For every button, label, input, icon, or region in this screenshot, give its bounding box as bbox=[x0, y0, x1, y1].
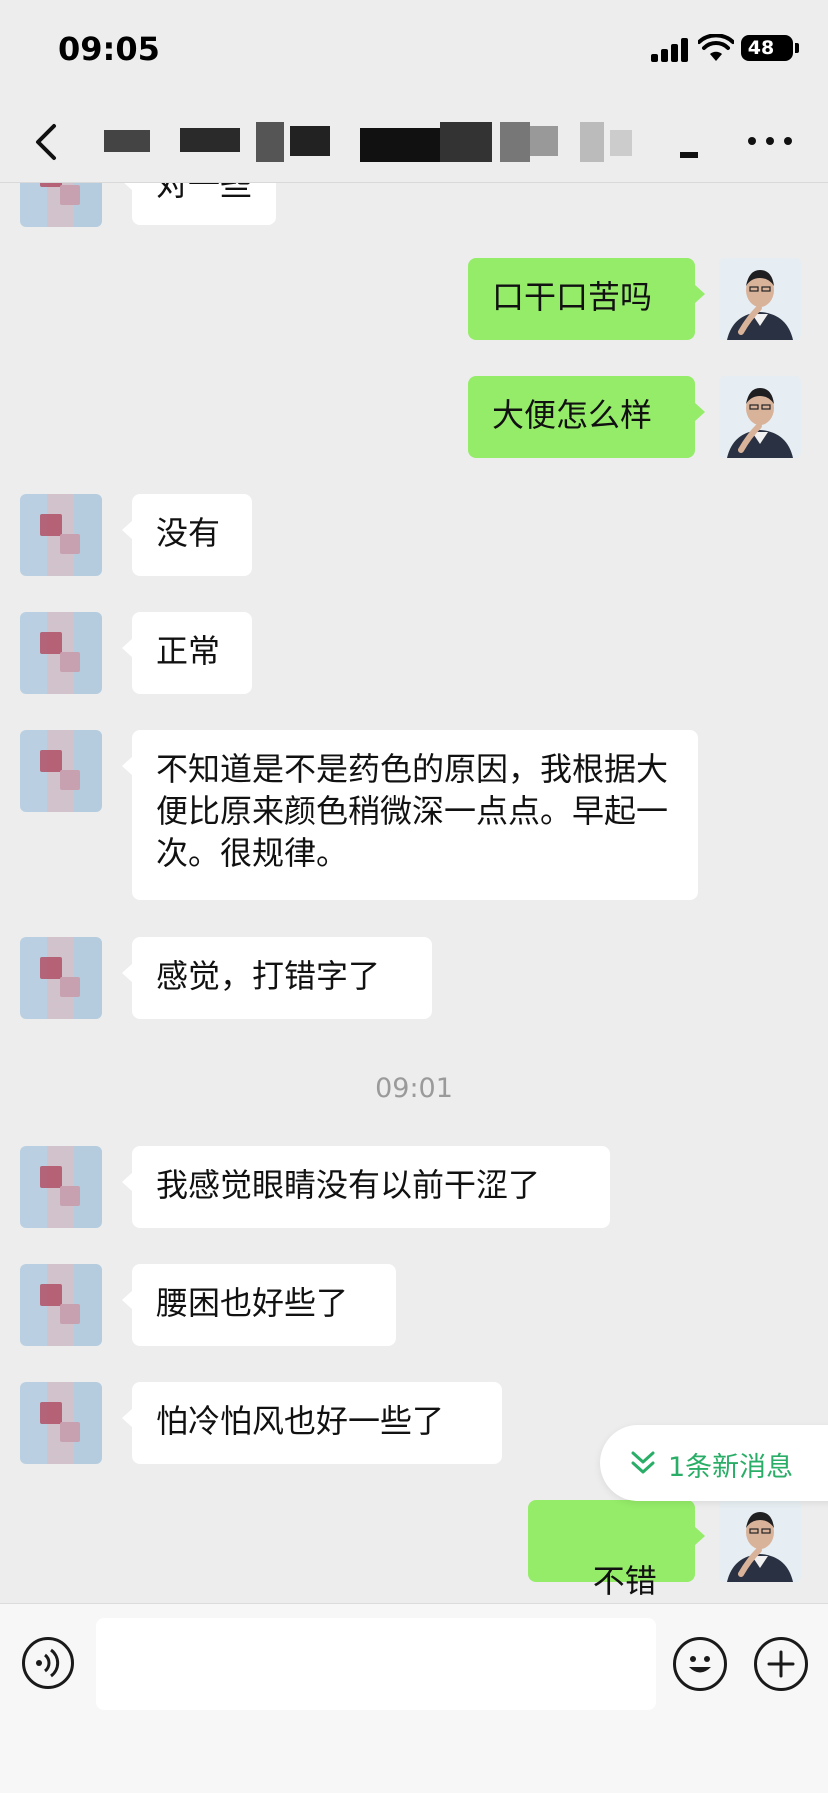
message-input[interactable] bbox=[96, 1618, 656, 1710]
input-bar bbox=[0, 1603, 828, 1793]
emoji-button[interactable] bbox=[673, 1637, 727, 1691]
chat-messages: 对一些 口干口苦吗 大便怎么样 没有 正常 不知道是不是药色的原因，我根据大便比… bbox=[0, 183, 828, 1601]
message-bubble-incoming: 正常 bbox=[122, 612, 252, 694]
new-messages-button[interactable]: 1条新消息 bbox=[600, 1425, 828, 1501]
contact-avatar[interactable] bbox=[20, 1146, 102, 1228]
battery-level: 48 bbox=[747, 37, 775, 59]
contact-avatar[interactable] bbox=[20, 730, 102, 812]
my-avatar[interactable] bbox=[719, 1500, 801, 1582]
message-bubble-incoming: 腰困也好些了 bbox=[122, 1264, 396, 1346]
contact-avatar[interactable] bbox=[20, 612, 102, 694]
battery-icon: 48 bbox=[741, 35, 799, 61]
back-button[interactable] bbox=[24, 112, 74, 168]
user-photo-icon bbox=[719, 258, 801, 340]
plus-icon bbox=[767, 1650, 795, 1678]
my-avatar[interactable] bbox=[719, 376, 801, 458]
voice-button[interactable] bbox=[22, 1637, 74, 1689]
plus-button[interactable] bbox=[754, 1637, 808, 1691]
message-bubble-incoming: 对一些 bbox=[121, 183, 277, 225]
more-button[interactable] bbox=[744, 122, 800, 158]
chat-header bbox=[0, 100, 828, 183]
message-bubble-incoming: 我感觉眼睛没有以前干涩了 bbox=[122, 1146, 610, 1228]
contact-name-redacted bbox=[100, 122, 720, 162]
new-messages-label: 1条新消息 bbox=[668, 1452, 794, 1483]
message-bubble-incoming: 怕冷怕风也好一些了 bbox=[122, 1382, 502, 1464]
contact-avatar[interactable] bbox=[20, 494, 102, 576]
message-bubble-outgoing: 口干口苦吗 bbox=[468, 258, 705, 340]
status-time: 09:05 bbox=[58, 30, 160, 68]
contact-avatar[interactable] bbox=[20, 1264, 102, 1346]
message-text: 不错 bbox=[592, 1562, 657, 1600]
emoji-icon bbox=[689, 1656, 711, 1673]
time-divider: 09:01 bbox=[375, 1073, 453, 1104]
double-chevron-down-icon bbox=[631, 1451, 655, 1474]
chevron-left-icon bbox=[36, 124, 56, 160]
message-bubble-outgoing: 不错👍 bbox=[528, 1500, 705, 1600]
contact-avatar[interactable] bbox=[20, 183, 102, 227]
my-avatar[interactable] bbox=[719, 258, 801, 340]
message-bubble-incoming: 感觉，打错字了 bbox=[122, 937, 432, 1019]
contact-avatar[interactable] bbox=[20, 1382, 102, 1464]
more-dots-icon bbox=[748, 137, 756, 145]
voice-icon bbox=[36, 1648, 60, 1678]
user-photo-icon bbox=[719, 376, 801, 458]
user-photo-icon bbox=[719, 1500, 801, 1582]
signal-icon bbox=[651, 38, 689, 62]
contact-avatar[interactable] bbox=[20, 937, 102, 1019]
wifi-icon bbox=[697, 33, 735, 62]
message-bubble-incoming: 没有 bbox=[122, 494, 252, 576]
message-bubble-incoming: 不知道是不是药色的原因，我根据大便比原来颜色稍微深一点点。早起一次。很规律。 bbox=[122, 730, 698, 900]
status-bar: 09:05 48 bbox=[0, 0, 828, 100]
message-bubble-outgoing: 大便怎么样 bbox=[468, 376, 705, 458]
